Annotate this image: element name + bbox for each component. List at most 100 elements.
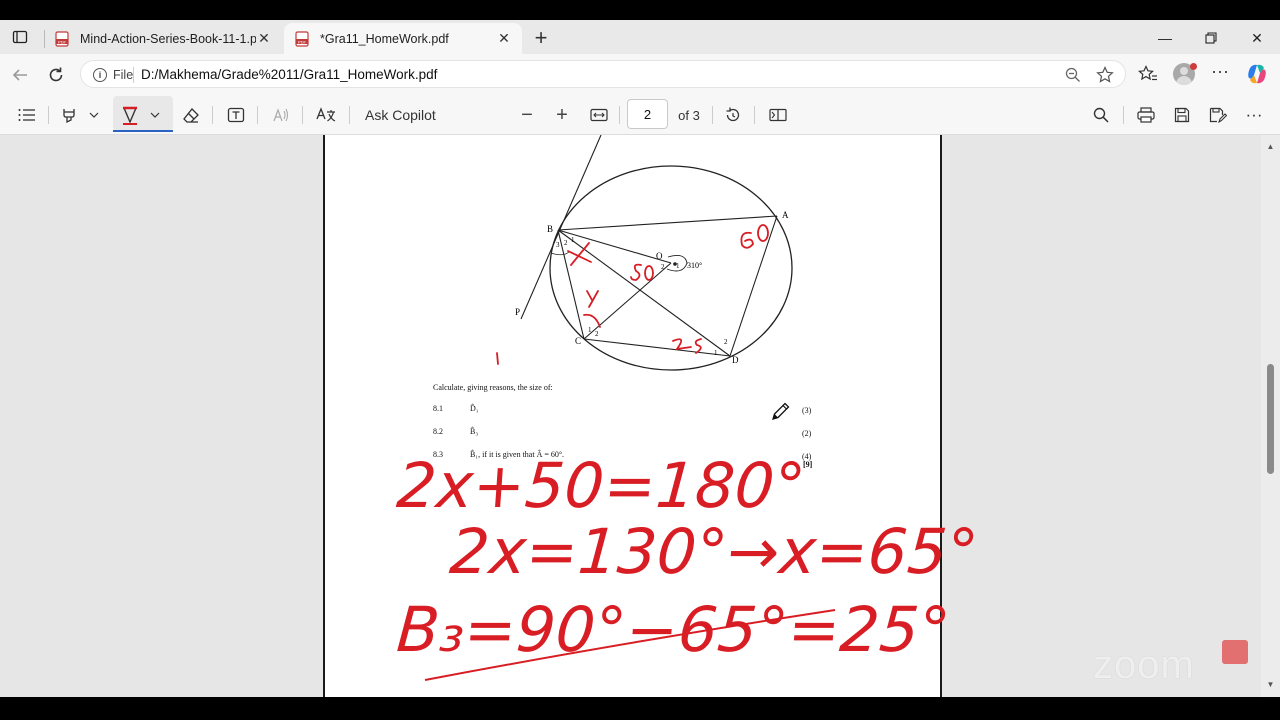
close-window-button[interactable]: ✕ [1242,26,1272,50]
favorite-star-icon[interactable] [1096,66,1114,84]
zoom-in-button[interactable]: + [549,102,575,128]
back-button[interactable] [6,62,34,88]
tangent-line [520,135,602,320]
draw-dropdown[interactable] [147,102,163,128]
save-as-icon [1209,107,1227,123]
search-button[interactable] [1088,102,1114,128]
tab-title: *Gra11_HomeWork.pdf [320,31,449,46]
eraser-icon [183,108,199,123]
line-CO [583,262,672,340]
highlight-dropdown[interactable] [86,102,102,128]
svg-text:PDF: PDF [298,39,307,44]
pdf-viewer[interactable]: A B C D O P 310° 3 2 1 1 2 1 2 1 2 Calcu… [0,135,1280,697]
chord-DA [729,215,778,357]
save-button[interactable] [1169,102,1195,128]
more-menu-icon[interactable]: ··· [1208,62,1232,86]
page-view-button[interactable] [765,102,791,128]
minimize-button[interactable]: — [1150,26,1180,50]
refresh-button[interactable] [42,62,70,88]
erase-button[interactable] [178,102,204,128]
site-info-chip[interactable]: i File [87,65,139,85]
new-tab-button[interactable]: + [528,25,554,50]
scroll-down-arrow-icon[interactable]: ▼ [1265,681,1276,689]
question-8-1-text: D̂₁ [470,404,479,413]
chord-BA [557,215,778,231]
screen: PDF Mind-Action-Series-Book-11-1.pdf ✕ P… [0,0,1280,720]
annot-2 [672,338,692,351]
restore-button[interactable] [1196,26,1226,50]
search-icon [1093,107,1109,123]
label-b3: 3 [556,241,560,249]
label-C: C [575,336,581,346]
tab-homework[interactable]: PDF *Gra11_HomeWork.pdf ✕ [284,23,522,54]
pdf-file-icon: PDF [295,30,309,47]
pdf-toolbar: Ask Copilot − + 2 of 3 ··· [0,94,1280,135]
pdf-page: A B C D O P 310° 3 2 1 1 2 1 2 1 2 Calcu… [323,135,981,697]
fit-page-button[interactable] [586,102,612,128]
read-aloud-button[interactable] [268,102,294,128]
label-B: B [547,224,553,234]
pencil-cursor-icon [772,402,790,420]
annot-5 [630,263,642,281]
label-b2: 2 [564,239,568,247]
back-arrow-icon [12,69,27,81]
toolbar-separator [212,106,213,124]
refresh-icon [49,67,63,82]
contents-button[interactable] [14,102,40,128]
ask-copilot-button[interactable]: Ask Copilot [358,102,444,128]
pdf-file-icon: PDF [55,30,69,47]
label-b1: 1 [571,236,575,244]
save-as-button[interactable] [1205,102,1231,128]
label-o1: 1 [676,262,680,270]
scroll-up-arrow-icon[interactable]: ▲ [1265,143,1276,151]
draw-active-indicator [113,130,173,132]
tab-mind-action[interactable]: PDF Mind-Action-Series-Book-11-1.pdf ✕ [44,23,282,54]
highlight-button[interactable] [56,102,82,128]
annot-5b [694,338,702,354]
zoom-out-button[interactable]: − [514,102,540,128]
omnibox[interactable]: i File D:/Makhema/Grade%2011/Gra11_HomeW… [80,60,1126,88]
label-A: A [782,210,789,220]
label-d1: 1 [714,349,718,357]
more-options-icon[interactable]: ··· [1241,102,1267,128]
handwritten-line-1: 2x+50=180° [394,449,808,522]
print-button[interactable] [1133,102,1159,128]
tab-actions-button[interactable] [8,26,32,48]
toolbar-separator [754,106,755,124]
question-8-1-marks: (3) [802,406,812,415]
question-8-2-text: B̂₃ [470,427,479,436]
add-text-button[interactable] [223,102,249,128]
annot-0 [644,265,654,281]
toolbar-separator [619,106,620,124]
translate-button[interactable] [312,102,340,128]
rotate-button[interactable] [720,102,746,128]
draw-button[interactable] [117,102,143,128]
page-total: of 3 [678,107,700,123]
vertical-scrollbar[interactable]: ▲ ▼ [1261,135,1280,697]
label-310: 310° [687,261,702,270]
copilot-icon[interactable] [1245,62,1269,86]
recording-badge-icon [1222,640,1248,664]
close-icon[interactable]: ✕ [256,30,272,47]
angle-arc [550,251,570,256]
toolbar-separator [48,106,49,124]
toolbar-separator [712,106,713,124]
page-number-input[interactable]: 2 [627,99,668,129]
favorites-icon[interactable] [1138,65,1158,83]
zoom-out-icon[interactable] [1065,67,1081,83]
line-BO [557,229,672,264]
avatar-head [1180,67,1188,75]
question-8-2-number: 8.2 [433,427,443,436]
label-O: O [656,251,663,261]
close-icon[interactable]: ✕ [496,30,512,47]
tab-title: Mind-Action-Series-Book-11-1.pdf [80,31,256,46]
url-text[interactable]: D:/Makhema/Grade%2011/Gra11_HomeWork.pdf [141,67,437,82]
zoom-watermark: zoom [1093,643,1195,687]
pen-draw-icon [123,106,137,125]
strikethrough-line [424,609,836,681]
annot-arc-c [583,313,601,328]
label-o2: 2 [661,263,665,271]
scroll-thumb[interactable] [1267,364,1274,474]
label-c1: 1 [588,326,592,334]
annot-x-at-c [586,290,599,308]
